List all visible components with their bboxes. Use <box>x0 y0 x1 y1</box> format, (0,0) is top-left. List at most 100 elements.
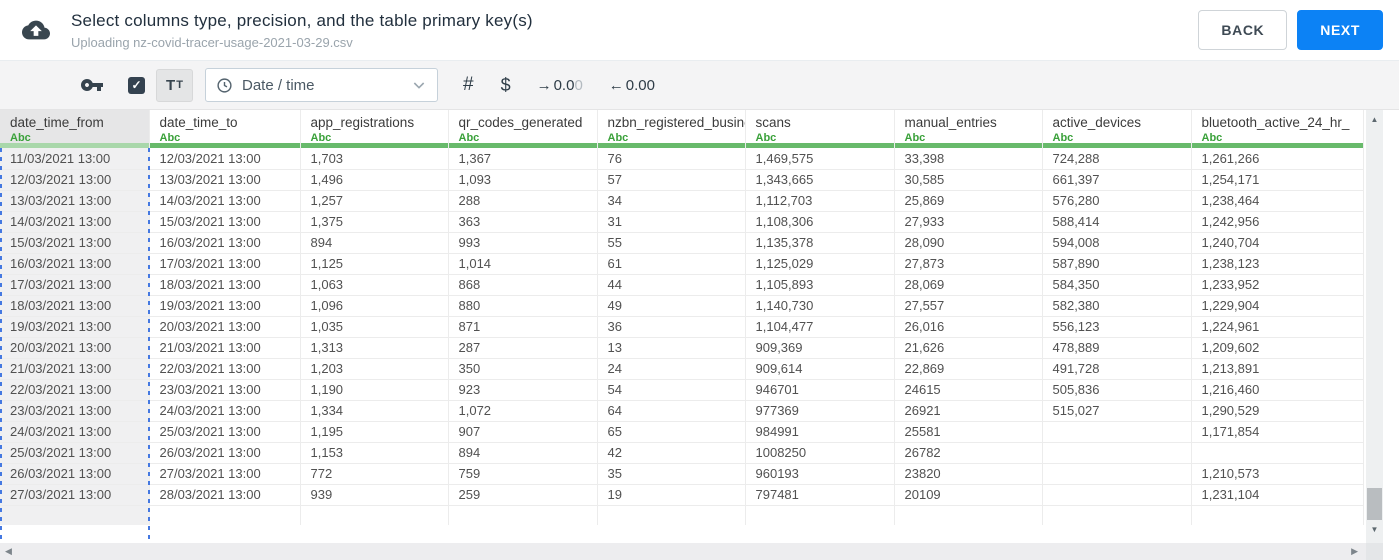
table-cell[interactable]: 55 <box>597 232 746 254</box>
table-cell[interactable]: 1,242,956 <box>1191 211 1364 233</box>
column-header-active_devices[interactable]: active_devices Abc <box>1042 110 1192 148</box>
table-cell[interactable]: 19/03/2021 13:00 <box>149 295 301 317</box>
column-type-dropdown[interactable]: Date / time <box>205 68 438 102</box>
column-header-date_time_from[interactable]: date_time_from Abc <box>0 110 150 148</box>
table-cell[interactable]: 894 <box>300 232 449 254</box>
table-cell[interactable]: 491,728 <box>1042 358 1192 380</box>
table-cell[interactable]: 14/03/2021 13:00 <box>0 211 150 233</box>
table-cell[interactable]: 20109 <box>894 484 1043 506</box>
table-cell[interactable]: 1,367 <box>448 148 598 170</box>
table-cell[interactable]: 907 <box>448 421 598 443</box>
table-cell[interactable]: 1,153 <box>300 442 449 464</box>
table-cell[interactable]: 15/03/2021 13:00 <box>0 232 150 254</box>
table-cell[interactable]: 26,016 <box>894 316 1043 338</box>
table-cell[interactable] <box>1042 505 1192 525</box>
table-cell[interactable]: 1,125,029 <box>745 253 895 275</box>
table-cell[interactable]: 27,873 <box>894 253 1043 275</box>
table-cell[interactable]: 1,216,460 <box>1191 379 1364 401</box>
table-cell[interactable] <box>745 505 895 525</box>
scroll-right-arrow-icon[interactable]: ▶ <box>1351 546 1358 557</box>
table-cell[interactable]: 1,104,477 <box>745 316 895 338</box>
table-cell[interactable]: 26/03/2021 13:00 <box>0 463 150 485</box>
currency-type-button[interactable]: $ <box>501 75 511 96</box>
table-cell[interactable]: 1,014 <box>448 253 598 275</box>
table-cell[interactable]: 584,350 <box>1042 274 1192 296</box>
table-cell[interactable]: 1,469,575 <box>745 148 895 170</box>
table-cell[interactable]: 26/03/2021 13:00 <box>149 442 301 464</box>
table-cell[interactable]: 1,195 <box>300 421 449 443</box>
table-cell[interactable]: 1,213,891 <box>1191 358 1364 380</box>
column-header-nzbn_registered_busine[interactable]: nzbn_registered_busine Abc <box>597 110 746 148</box>
table-cell[interactable]: 1,313 <box>300 337 449 359</box>
table-cell[interactable]: 18/03/2021 13:00 <box>149 274 301 296</box>
table-cell[interactable]: 1,093 <box>448 169 598 191</box>
table-cell[interactable]: 1,703 <box>300 148 449 170</box>
table-cell[interactable]: 1,105,893 <box>745 274 895 296</box>
table-cell[interactable]: 27,933 <box>894 211 1043 233</box>
table-cell[interactable]: 1,224,961 <box>1191 316 1364 338</box>
table-cell[interactable]: 22,869 <box>894 358 1043 380</box>
primary-key-icon[interactable] <box>80 73 104 97</box>
horizontal-scrollbar[interactable]: ◀ ▶ <box>0 543 1366 560</box>
table-cell[interactable]: 25/03/2021 13:00 <box>0 442 150 464</box>
table-cell[interactable]: 880 <box>448 295 598 317</box>
table-cell[interactable]: 21/03/2021 13:00 <box>149 337 301 359</box>
table-cell[interactable] <box>300 505 449 525</box>
table-cell[interactable]: 868 <box>448 274 598 296</box>
table-cell[interactable]: 14/03/2021 13:00 <box>149 190 301 212</box>
table-cell[interactable]: 30,585 <box>894 169 1043 191</box>
table-cell[interactable]: 64 <box>597 400 746 422</box>
table-cell[interactable] <box>597 505 746 525</box>
table-cell[interactable]: 13 <box>597 337 746 359</box>
table-cell[interactable]: 1,108,306 <box>745 211 895 233</box>
table-cell[interactable]: 24/03/2021 13:00 <box>0 421 150 443</box>
table-cell[interactable]: 797481 <box>745 484 895 506</box>
text-type-button[interactable]: T T <box>156 68 193 102</box>
table-cell[interactable]: 17/03/2021 13:00 <box>149 253 301 275</box>
table-cell[interactable]: 993 <box>448 232 598 254</box>
table-cell[interactable]: 16/03/2021 13:00 <box>0 253 150 275</box>
table-cell[interactable]: 34 <box>597 190 746 212</box>
table-cell[interactable]: 1,229,904 <box>1191 295 1364 317</box>
table-cell[interactable] <box>1191 505 1364 525</box>
table-cell[interactable]: 20/03/2021 13:00 <box>0 337 150 359</box>
table-cell[interactable]: 28,069 <box>894 274 1043 296</box>
table-cell[interactable]: 587,890 <box>1042 253 1192 275</box>
table-cell[interactable]: 1,190 <box>300 379 449 401</box>
table-cell[interactable]: 1,290,529 <box>1191 400 1364 422</box>
table-cell[interactable]: 478,889 <box>1042 337 1192 359</box>
table-cell[interactable]: 505,836 <box>1042 379 1192 401</box>
table-cell[interactable]: 977369 <box>745 400 895 422</box>
table-cell[interactable]: 759 <box>448 463 598 485</box>
vertical-scrollbar[interactable]: ▲ ▼ <box>1366 110 1383 543</box>
table-cell[interactable]: 582,380 <box>1042 295 1192 317</box>
table-cell[interactable]: 594,008 <box>1042 232 1192 254</box>
table-cell[interactable] <box>1042 484 1192 506</box>
table-cell[interactable]: 576,280 <box>1042 190 1192 212</box>
table-cell[interactable]: 1,233,952 <box>1191 274 1364 296</box>
table-cell[interactable]: 21/03/2021 13:00 <box>0 358 150 380</box>
column-header-scans[interactable]: scans Abc <box>745 110 895 148</box>
table-cell[interactable]: 1,257 <box>300 190 449 212</box>
table-cell[interactable]: 27,557 <box>894 295 1043 317</box>
table-cell[interactable]: 1,343,665 <box>745 169 895 191</box>
table-cell[interactable]: 24/03/2021 13:00 <box>149 400 301 422</box>
table-cell[interactable]: 287 <box>448 337 598 359</box>
table-cell[interactable]: 11/03/2021 13:00 <box>0 148 150 170</box>
table-cell[interactable] <box>149 505 301 525</box>
table-cell[interactable]: 1,171,854 <box>1191 421 1364 443</box>
table-cell[interactable]: 54 <box>597 379 746 401</box>
next-button[interactable]: NEXT <box>1297 10 1383 50</box>
table-cell[interactable]: 23820 <box>894 463 1043 485</box>
table-cell[interactable]: 588,414 <box>1042 211 1192 233</box>
include-column-checkbox[interactable]: ✓ <box>128 76 145 94</box>
table-cell[interactable] <box>0 505 150 525</box>
column-header-date_time_to[interactable]: date_time_to Abc <box>149 110 301 148</box>
table-cell[interactable]: 26921 <box>894 400 1043 422</box>
table-cell[interactable]: 1,072 <box>448 400 598 422</box>
table-cell[interactable]: 76 <box>597 148 746 170</box>
table-cell[interactable]: 1,035 <box>300 316 449 338</box>
table-cell[interactable]: 288 <box>448 190 598 212</box>
table-cell[interactable]: 363 <box>448 211 598 233</box>
table-cell[interactable] <box>894 505 1043 525</box>
